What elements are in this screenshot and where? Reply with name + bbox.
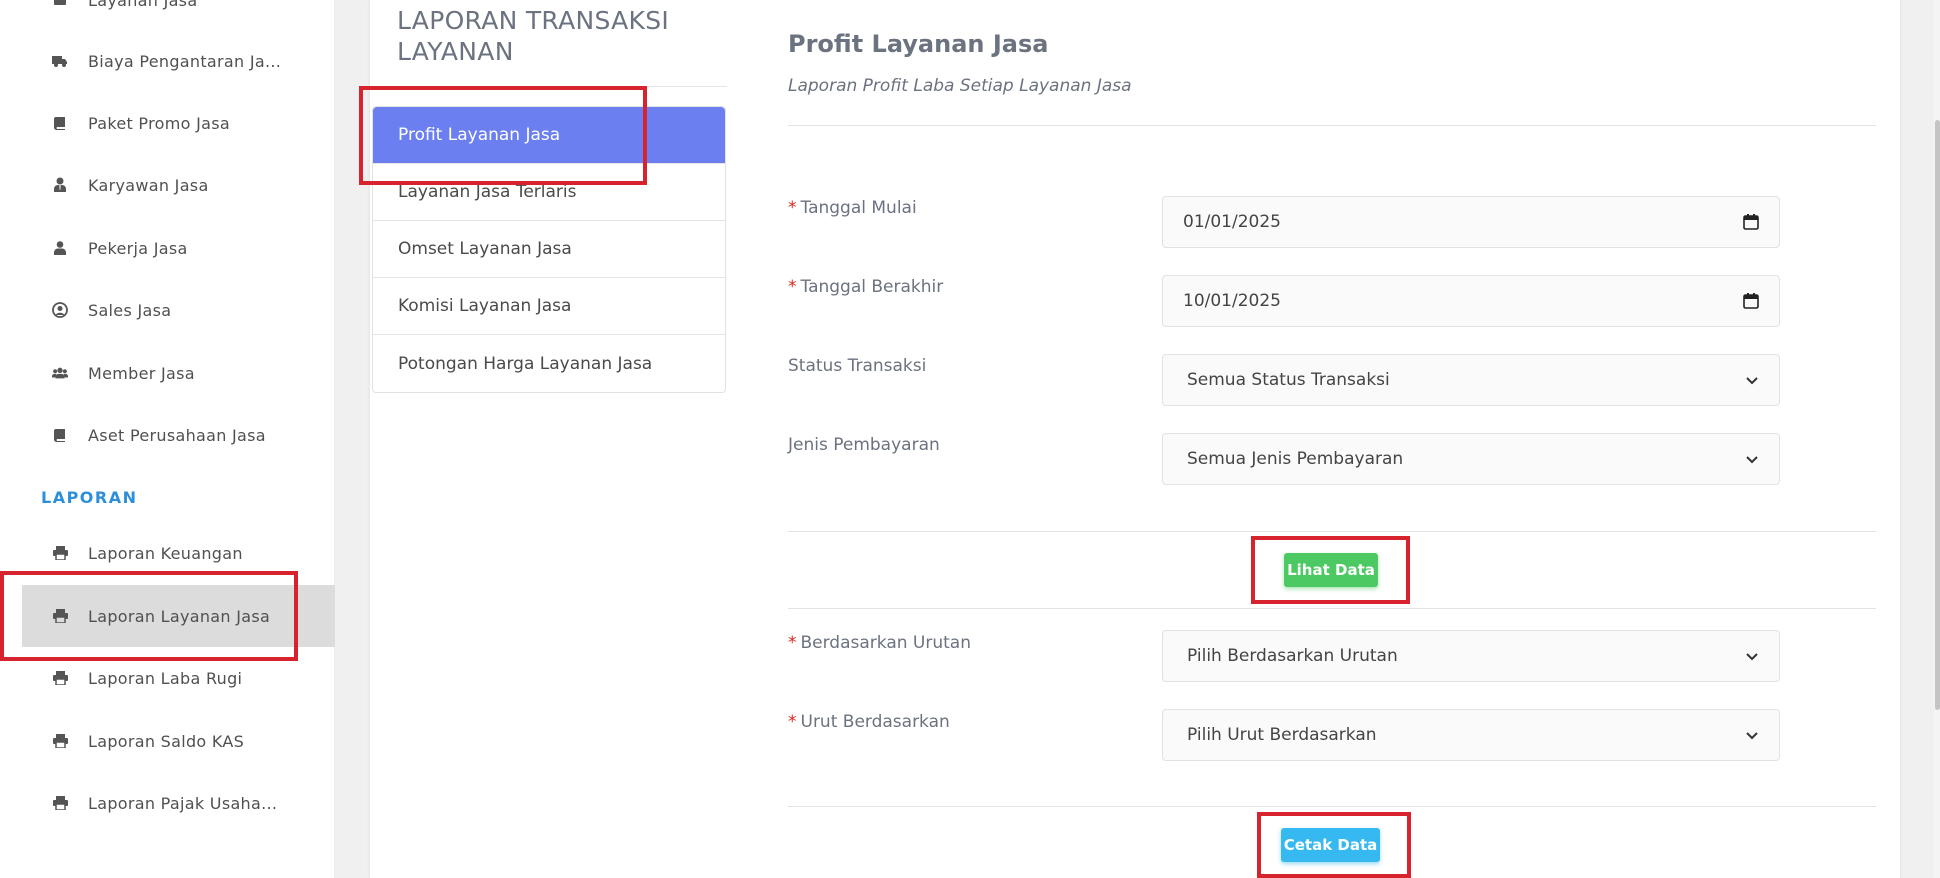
print-icon (52, 608, 68, 624)
start-date-input[interactable]: 01/01/2025 (1162, 196, 1780, 248)
divider (788, 531, 1876, 532)
print-icon (52, 795, 68, 811)
start-date-value: 01/01/2025 (1183, 212, 1281, 232)
payment-label: Jenis Pembayaran (788, 435, 940, 455)
user-icon (52, 240, 68, 256)
sidebar-item-paket-promo[interactable]: Paket Promo Jasa (22, 92, 335, 154)
print-icon (52, 670, 68, 686)
sidebar-item-label: Pekerja Jasa (88, 238, 188, 258)
sidebar-item-laporan-pajak[interactable]: Laporan Pajak Usaha... (22, 772, 335, 834)
sidebar-item-label: Laporan Keuangan (88, 543, 243, 563)
report-menu-item-potongan[interactable]: Potongan Harga Layanan Jasa (373, 335, 725, 392)
divider (788, 608, 1876, 609)
user-circle-icon (52, 302, 68, 318)
sidebar-item-label: Karyawan Jasa (88, 175, 209, 195)
user-tie-icon (52, 177, 68, 193)
start-date-label: * Tanggal Mulai (788, 198, 917, 218)
book-icon (52, 115, 68, 131)
chevron-down-icon (1745, 373, 1759, 387)
order-by-label: * Berdasarkan Urutan (788, 633, 971, 653)
divider (788, 125, 1876, 126)
report-menu-item-omset[interactable]: Omset Layanan Jasa (373, 221, 725, 278)
box-icon (52, 0, 68, 8)
status-value: Semua Status Transaksi (1187, 370, 1390, 390)
users-icon (52, 365, 68, 381)
sidebar-item-layanan-jasa[interactable]: Layanan Jasa (22, 0, 335, 31)
calendar-icon[interactable] (1743, 214, 1759, 230)
sidebar-item-karyawan[interactable]: Karyawan Jasa (22, 154, 335, 216)
end-date-value: 10/01/2025 (1183, 291, 1281, 311)
sidebar: Layanan Jasa Biaya Pengantaran Ja... Pak… (0, 0, 335, 878)
required-mark: * (788, 712, 797, 732)
sidebar-item-label: Laporan Laba Rugi (88, 668, 243, 688)
sidebar-item-biaya-pengantaran[interactable]: Biaya Pengantaran Ja... (22, 30, 335, 92)
sidebar-item-label: Biaya Pengantaran Ja... (88, 51, 282, 71)
required-mark: * (788, 277, 797, 297)
print-data-button[interactable]: Cetak Data (1281, 828, 1380, 862)
sidebar-item-label: Laporan Pajak Usaha... (88, 793, 278, 813)
divider (372, 86, 727, 87)
sidebar-item-laporan-layanan-jasa[interactable]: Laporan Layanan Jasa (22, 585, 335, 647)
sidebar-item-sales[interactable]: Sales Jasa (22, 279, 335, 341)
sidebar-item-label: Member Jasa (88, 363, 195, 383)
sidebar-item-pekerja[interactable]: Pekerja Jasa (22, 217, 335, 279)
page-title: Profit Layanan Jasa (788, 30, 1049, 58)
chevron-down-icon (1745, 452, 1759, 466)
book-icon (52, 427, 68, 443)
end-date-label: * Tanggal Berakhir (788, 277, 944, 297)
status-select[interactable]: Semua Status Transaksi (1162, 354, 1780, 406)
order-by-value: Pilih Berdasarkan Urutan (1187, 646, 1398, 666)
sidebar-item-laporan-laba-rugi[interactable]: Laporan Laba Rugi (22, 647, 335, 709)
payment-select[interactable]: Semua Jenis Pembayaran (1162, 433, 1780, 485)
view-data-button[interactable]: Lihat Data (1284, 553, 1378, 587)
sidebar-item-label: Laporan Layanan Jasa (88, 606, 271, 626)
sidebar-item-label: Sales Jasa (88, 300, 172, 320)
sort-by-select[interactable]: Pilih Urut Berdasarkan (1162, 709, 1780, 761)
sort-by-value: Pilih Urut Berdasarkan (1187, 725, 1377, 745)
sidebar-item-label: Layanan Jasa (88, 0, 198, 10)
payment-value: Semua Jenis Pembayaran (1187, 449, 1404, 469)
page-subtitle: Laporan Profit Laba Setiap Layanan Jasa (788, 76, 1132, 96)
calendar-icon[interactable] (1743, 293, 1759, 309)
sort-by-label: * Urut Berdasarkan (788, 712, 950, 732)
divider (788, 806, 1876, 807)
report-menu-item-komisi[interactable]: Komisi Layanan Jasa (373, 278, 725, 335)
scrollbar-thumb[interactable] (1935, 120, 1940, 710)
print-icon (52, 733, 68, 749)
sidebar-section-heading: LAPORAN (41, 488, 138, 507)
sidebar-item-laporan-saldo-kas[interactable]: Laporan Saldo KAS (22, 710, 335, 772)
required-mark: * (788, 198, 797, 218)
chevron-down-icon (1745, 728, 1759, 742)
required-mark: * (788, 633, 797, 653)
sidebar-item-label: Laporan Saldo KAS (88, 731, 245, 751)
end-date-input[interactable]: 10/01/2025 (1162, 275, 1780, 327)
order-by-select[interactable]: Pilih Berdasarkan Urutan (1162, 630, 1780, 682)
sidebar-item-member[interactable]: Member Jasa (22, 342, 335, 404)
sidebar-item-label: Paket Promo Jasa (88, 113, 230, 133)
status-label: Status Transaksi (788, 356, 927, 376)
report-menu-title: LAPORAN TRANSAKSI LAYANAN (397, 6, 670, 66)
sidebar-item-aset[interactable]: Aset Perusahaan Jasa (22, 404, 335, 466)
report-menu-item-terlaris[interactable]: Layanan Jasa Terlaris (373, 164, 725, 221)
chevron-down-icon (1745, 649, 1759, 663)
report-menu: Profit Layanan Jasa Layanan Jasa Terlari… (372, 106, 726, 393)
report-menu-item-profit[interactable]: Profit Layanan Jasa (373, 107, 725, 164)
print-icon (52, 545, 68, 561)
sidebar-item-laporan-keuangan[interactable]: Laporan Keuangan (22, 522, 335, 584)
truck-icon (52, 53, 68, 69)
sidebar-item-label: Aset Perusahaan Jasa (88, 425, 266, 445)
